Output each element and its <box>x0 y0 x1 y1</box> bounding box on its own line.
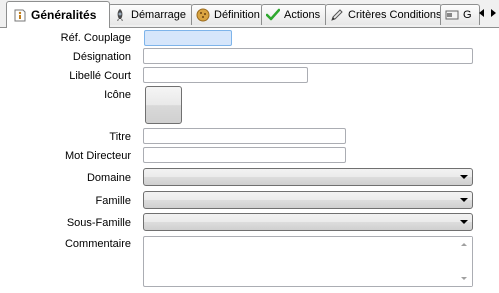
info-icon <box>13 8 27 22</box>
scroll-right-arrow-icon[interactable] <box>490 9 496 17</box>
tab-label: Actions <box>284 9 321 21</box>
famille-select[interactable] <box>143 191 473 209</box>
tab-actions[interactable]: Actions <box>261 4 327 25</box>
libelle-court-input[interactable] <box>143 67 308 83</box>
scroll-up-icon[interactable] <box>461 243 467 246</box>
pencil-icon <box>330 8 344 22</box>
libelle-court-label: Libellé Court <box>69 70 131 82</box>
tab-label: Généralités <box>31 8 97 22</box>
ref-couplage-label: Réf. Couplage <box>60 32 131 44</box>
designation-label: Désignation <box>72 51 131 63</box>
commentaire-textarea[interactable] <box>143 236 473 287</box>
domaine-select[interactable] <box>143 168 473 186</box>
cookie-icon <box>196 8 210 22</box>
titre-label: Titre <box>109 131 131 143</box>
icone-label: Icône <box>104 89 131 101</box>
mot-directeur-input[interactable] <box>143 147 346 163</box>
sous-famille-label: Sous-Famille <box>66 217 131 229</box>
chevron-down-icon <box>460 198 468 202</box>
commentaire-label: Commentaire <box>64 238 131 250</box>
tab-overflow[interactable]: G <box>440 4 480 25</box>
mot-directeur-label: Mot Directeur <box>64 150 131 162</box>
commentaire-scrollbar[interactable] <box>457 237 472 286</box>
rocket-icon <box>113 8 127 22</box>
checkmark-icon <box>266 8 280 22</box>
icone-button[interactable] <box>145 86 182 124</box>
tab-label: Démarrage <box>131 9 187 21</box>
scroll-down-icon[interactable] <box>461 277 467 280</box>
chevron-down-icon <box>460 220 468 224</box>
scroll-left-arrow-icon[interactable] <box>478 9 484 17</box>
titre-input[interactable] <box>143 128 346 144</box>
famille-label: Famille <box>95 195 131 207</box>
tab-demarrage[interactable]: Démarrage <box>108 4 193 25</box>
tab-generalites[interactable]: Généralités <box>6 1 110 28</box>
designation-input[interactable] <box>143 48 473 64</box>
tab-scroll-arrows <box>475 5 499 21</box>
sous-famille-select[interactable] <box>143 213 473 231</box>
tab-criteres-conditions[interactable]: Critères Conditions <box>325 4 442 25</box>
tab-strip: Démarrage Définition Actions Critères Co… <box>0 0 499 28</box>
tab-label: Critères Conditions <box>348 9 442 21</box>
tab-definition[interactable]: Définition <box>191 4 263 25</box>
ref-couplage-input[interactable] <box>144 30 232 46</box>
domaine-label: Domaine <box>86 172 131 184</box>
card-icon <box>445 8 459 22</box>
chevron-down-icon <box>460 175 468 179</box>
tab-label: Définition <box>214 9 260 21</box>
tab-label: G <box>463 9 472 21</box>
